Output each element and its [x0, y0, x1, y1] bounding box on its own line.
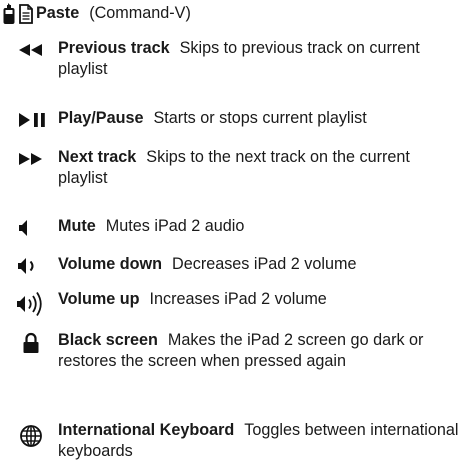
list-item-text: Next track Skips to the next track on the… [58, 147, 463, 189]
term-label: Volume down [58, 255, 163, 273]
mute-icon [19, 220, 27, 236]
lock-icon [23, 332, 39, 353]
globe-icon [20, 425, 42, 447]
term-description: Increases iPad 2 volume [149, 290, 327, 308]
list-item-text: Mute Mutes iPad 2 audio [58, 216, 463, 237]
list-item-text: Previous track Skips to previous track on… [58, 38, 463, 80]
list-item-text: Volume down Decreases iPad 2 volume [58, 254, 463, 275]
list-item-text: International Keyboard Toggles between in… [58, 420, 463, 462]
previous-track-icon [19, 44, 42, 56]
term-label: Next track [58, 148, 137, 166]
list-item-text: Paste (Command-V) [36, 3, 441, 24]
term-label: Volume up [58, 290, 140, 308]
term-description: Starts or stops current playlist [153, 109, 367, 127]
volume-up-icon [17, 292, 42, 316]
term-label: Paste [36, 4, 80, 22]
play-pause-icon [19, 113, 45, 127]
list-item-text: Volume up Increases iPad 2 volume [58, 289, 463, 310]
list-item-text: Play/Pause Starts or stops current playli… [58, 108, 463, 129]
volume-down-icon [18, 258, 34, 274]
term-label: Mute [58, 217, 96, 235]
term-description: (Command-V) [89, 4, 191, 22]
term-label: Play/Pause [58, 109, 144, 127]
term-description: Mutes iPad 2 audio [105, 217, 245, 235]
term-description: Decreases iPad 2 volume [172, 255, 357, 273]
term-label: International Keyboard [58, 421, 235, 439]
term-label: Previous track [58, 39, 170, 57]
list-item-text: Black screen Makes the iPad 2 screen go d… [58, 330, 463, 372]
term-label: Black screen [58, 331, 158, 349]
next-track-icon [19, 153, 42, 165]
